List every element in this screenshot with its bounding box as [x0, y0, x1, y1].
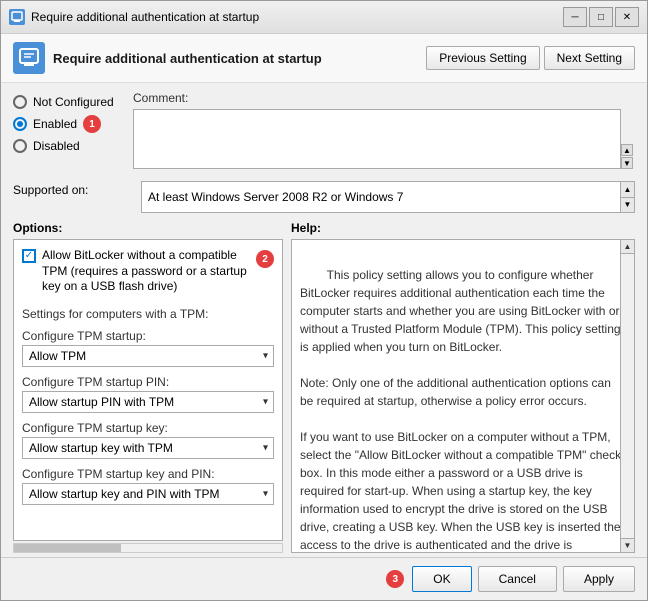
- radio-enabled-label: Enabled: [33, 117, 77, 131]
- tpm-startup-wrapper: Allow TPM Require TPM Do not allow TPM: [22, 345, 274, 367]
- supported-value: At least Windows Server 2008 R2 or Windo…: [141, 181, 635, 213]
- policy-icon: [13, 42, 45, 74]
- tpm-pin-label: Configure TPM startup PIN:: [22, 375, 274, 389]
- cancel-button[interactable]: Cancel: [478, 566, 557, 592]
- supported-scroll-down[interactable]: ▼: [621, 198, 634, 213]
- supported-row: Supported on: At least Windows Server 20…: [1, 177, 647, 221]
- radio-disabled-circle: [13, 139, 27, 153]
- sections-row: Options: ✓ Allow BitLocker without a com…: [1, 221, 647, 557]
- tpm-key-select[interactable]: Allow startup key with TPM Require start…: [22, 437, 274, 459]
- tpm-pin-select[interactable]: Allow startup PIN with TPM Require start…: [22, 391, 274, 413]
- ok-badge: 3: [386, 570, 404, 588]
- tpm-key-group: Configure TPM startup key: Allow startup…: [22, 421, 274, 459]
- radio-comment-section: Not Configured Enabled 1 Disabled Commen…: [1, 83, 647, 177]
- tpm-startup-label: Configure TPM startup:: [22, 329, 274, 343]
- window-icon: [9, 9, 25, 25]
- radio-not-configured[interactable]: Not Configured: [13, 95, 133, 109]
- tpm-startup-select[interactable]: Allow TPM Require TPM Do not allow TPM: [22, 345, 274, 367]
- tpm-key-pin-wrapper: Allow startup key and PIN with TPM Requi…: [22, 483, 274, 505]
- prev-setting-button[interactable]: Previous Setting: [426, 46, 539, 70]
- options-badge: 2: [256, 250, 274, 268]
- minimize-button[interactable]: ─: [563, 7, 587, 27]
- ok-button[interactable]: OK: [412, 566, 471, 592]
- supported-label: Supported on:: [13, 181, 133, 197]
- tpm-key-wrapper: Allow startup key with TPM Require start…: [22, 437, 274, 459]
- radio-disabled-label: Disabled: [33, 139, 80, 153]
- help-box: This policy setting allows you to config…: [291, 239, 635, 553]
- comment-scroll-up[interactable]: ▲: [621, 144, 633, 156]
- tpm-key-pin-label: Configure TPM startup key and PIN:: [22, 467, 274, 481]
- tpm-settings-label: Settings for computers with a TPM:: [22, 307, 274, 321]
- help-scrollbar-track: [621, 254, 634, 538]
- checkmark-icon: ✓: [25, 251, 33, 261]
- window-title: Require additional authentication at sta…: [31, 10, 557, 24]
- help-section: Help: This policy setting allows you to …: [291, 221, 635, 553]
- header-title: Require additional authentication at sta…: [53, 51, 418, 66]
- help-text: This policy setting allows you to config…: [300, 268, 627, 553]
- header-row: Require additional authentication at sta…: [1, 34, 647, 83]
- ok-group: 3 OK: [386, 566, 471, 592]
- radio-not-configured-label: Not Configured: [33, 95, 114, 109]
- main-window: Require additional authentication at sta…: [0, 0, 648, 601]
- bottom-bar: 3 OK Cancel Apply: [1, 557, 647, 600]
- tpm-pin-group: Configure TPM startup PIN: Allow startup…: [22, 375, 274, 413]
- tpm-key-label: Configure TPM startup key:: [22, 421, 274, 435]
- nav-buttons: Previous Setting Next Setting: [426, 46, 635, 70]
- radio-enabled[interactable]: Enabled 1: [13, 115, 133, 133]
- maximize-button[interactable]: □: [589, 7, 613, 27]
- bitlocker-checkbox[interactable]: ✓: [22, 249, 36, 263]
- comment-section: Comment:: [133, 91, 621, 169]
- apply-button[interactable]: Apply: [563, 566, 635, 592]
- options-hscrollbar-thumb: [14, 544, 121, 552]
- radio-section: Not Configured Enabled 1 Disabled: [13, 91, 133, 169]
- help-title: Help:: [291, 221, 635, 235]
- radio-disabled[interactable]: Disabled: [13, 139, 133, 153]
- enabled-badge: 1: [83, 115, 101, 133]
- next-setting-button[interactable]: Next Setting: [544, 46, 635, 70]
- close-button[interactable]: ✕: [615, 7, 639, 27]
- options-title: Options:: [13, 221, 283, 235]
- radio-not-configured-circle: [13, 95, 27, 109]
- help-scroll-up[interactable]: ▲: [621, 240, 634, 254]
- comment-label: Comment:: [133, 91, 621, 105]
- comment-textarea[interactable]: [133, 109, 621, 169]
- title-bar: Require additional authentication at sta…: [1, 1, 647, 34]
- radio-enabled-dot: [17, 121, 23, 127]
- tpm-startup-group: Configure TPM startup: Allow TPM Require…: [22, 329, 274, 367]
- help-scroll-down[interactable]: ▼: [621, 538, 634, 552]
- bitlocker-checkbox-label: Allow BitLocker without a compatible TPM…: [42, 248, 252, 295]
- radio-enabled-circle: [13, 117, 27, 131]
- tpm-pin-wrapper: Allow startup PIN with TPM Require start…: [22, 391, 274, 413]
- tpm-key-pin-group: Configure TPM startup key and PIN: Allow…: [22, 467, 274, 505]
- options-box: ✓ Allow BitLocker without a compatible T…: [13, 239, 283, 541]
- supported-scroll-up[interactable]: ▲: [621, 182, 634, 198]
- comment-scroll-down[interactable]: ▼: [621, 157, 633, 169]
- tpm-key-pin-select[interactable]: Allow startup key and PIN with TPM Requi…: [22, 483, 274, 505]
- options-hscrollbar[interactable]: [13, 543, 283, 553]
- title-controls: ─ □ ✕: [563, 7, 639, 27]
- options-section: Options: ✓ Allow BitLocker without a com…: [13, 221, 283, 553]
- bitlocker-checkbox-item: ✓ Allow BitLocker without a compatible T…: [22, 248, 274, 295]
